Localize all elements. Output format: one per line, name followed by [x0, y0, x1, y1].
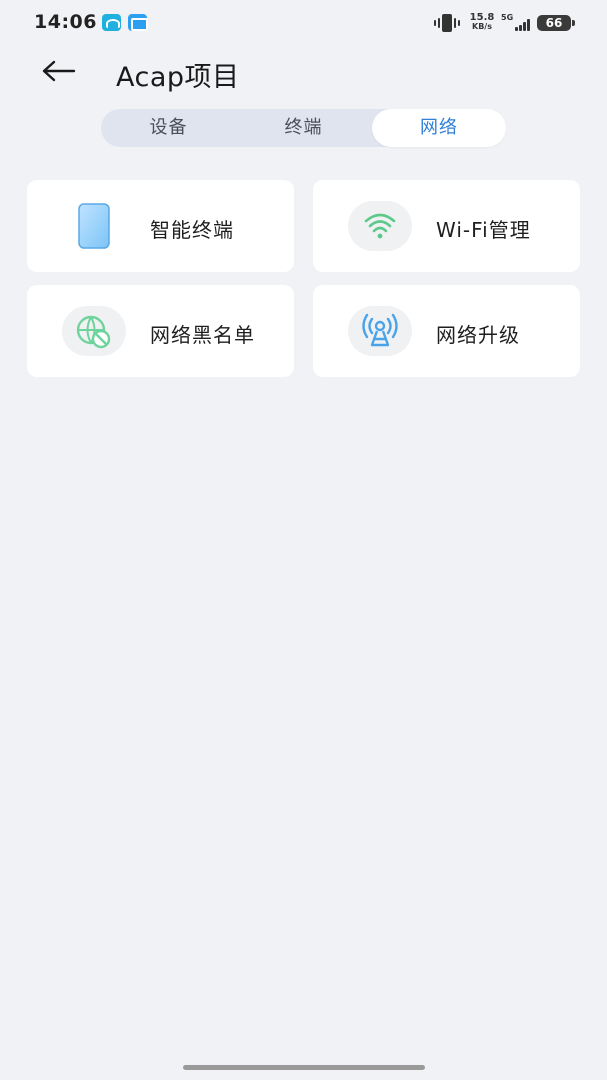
- network-upgrade-label: 网络升级: [436, 323, 520, 347]
- globe-block-icon: [62, 306, 126, 356]
- smart-terminal-label: 智能终端: [150, 218, 234, 242]
- message-notification-icon: [128, 14, 148, 31]
- tab-network[interactable]: 网络: [372, 109, 506, 147]
- vibrate-icon: [434, 13, 460, 33]
- tab-bar: 设备 终端 网络: [101, 109, 506, 147]
- wifi-icon: [348, 201, 412, 251]
- phone-icon: [62, 201, 126, 251]
- home-indicator[interactable]: [183, 1065, 425, 1070]
- wifi-management-label: Wi-Fi管理: [436, 218, 531, 242]
- network-speed-unit: KB/s: [472, 22, 492, 31]
- network-generation: 5G: [501, 13, 514, 22]
- page-title: Acap项目: [116, 62, 240, 93]
- tab-terminals[interactable]: 终端: [236, 109, 371, 147]
- app-notification-icon: [102, 14, 121, 31]
- status-time: 14:06: [34, 11, 97, 33]
- tab-devices[interactable]: 设备: [101, 109, 236, 147]
- network-speed: 15.8 KB/s: [467, 12, 497, 32]
- back-button[interactable]: [38, 54, 82, 90]
- network-blacklist-card[interactable]: 网络黑名单: [27, 285, 294, 377]
- status-bar: 14:06 15.8 KB/s 5G 66: [0, 0, 607, 46]
- network-speed-value: 15.8: [469, 12, 495, 23]
- network-blacklist-label: 网络黑名单: [150, 323, 255, 347]
- smart-terminal-card[interactable]: 智能终端: [27, 180, 294, 272]
- antenna-icon: [348, 306, 412, 356]
- back-arrow-icon: [42, 60, 76, 82]
- network-upgrade-card[interactable]: 网络升级: [313, 285, 580, 377]
- battery-icon: 66: [537, 15, 575, 31]
- wifi-management-card[interactable]: Wi-Fi管理: [313, 180, 580, 272]
- signal-icon: 5G: [501, 13, 533, 33]
